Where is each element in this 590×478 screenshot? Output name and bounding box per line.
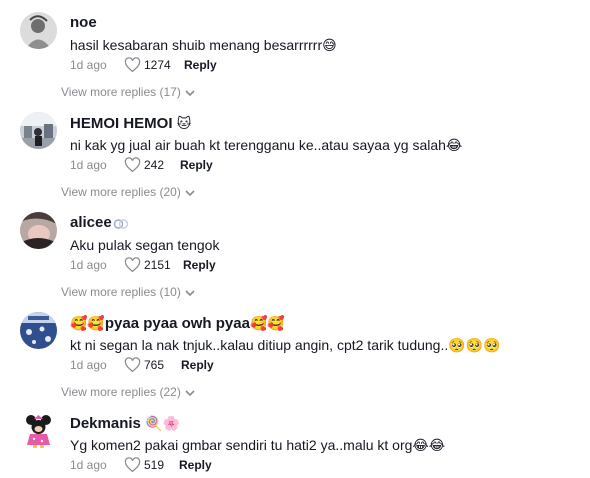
comment-time: 1d ago bbox=[70, 358, 107, 372]
username-text[interactable]: alicee bbox=[70, 214, 112, 231]
username-text[interactable]: pyaa pyaa owh pyaa bbox=[105, 315, 250, 332]
comment-body: hasil kesabaran shuib menang besarrrrrr bbox=[70, 37, 323, 53]
view-more-replies[interactable]: View more replies (22) bbox=[61, 384, 195, 401]
emoji: 🥺🥺🥺 bbox=[448, 337, 501, 353]
comment-list: noe hasil kesabaran shuib menang besarrr… bbox=[0, 0, 590, 477]
chevron-down-icon[interactable] bbox=[185, 85, 195, 101]
emoji: 😂😂 bbox=[412, 437, 446, 453]
heart-outline-icon[interactable] bbox=[124, 357, 141, 373]
comment-item: HEMOI HEMOI 🐱 ni kak yg jual air buah kt… bbox=[0, 100, 590, 200]
avatar[interactable] bbox=[20, 312, 57, 349]
avatar[interactable] bbox=[20, 412, 57, 449]
comment-username[interactable]: alicee bbox=[70, 214, 129, 232]
comment-text: Yg komen2 pakai gmbar sendiri tu hati2 y… bbox=[70, 436, 445, 454]
comment-item: alicee Aku pulak segan tengok 1d ago 215… bbox=[0, 200, 590, 300]
view-more-replies-label[interactable]: View more replies (10) bbox=[61, 285, 181, 299]
like-count: 242 bbox=[144, 158, 165, 172]
comment-item: noe hasil kesabaran shuib menang besarrr… bbox=[0, 0, 590, 100]
reply-button[interactable]: Reply bbox=[181, 356, 214, 374]
emoji: 🍭🌸 bbox=[145, 415, 180, 431]
heart-outline-icon[interactable] bbox=[124, 257, 141, 273]
comment-body: kt ni segan la nak tnjuk..kalau ditiup a… bbox=[70, 337, 449, 353]
view-more-replies-label[interactable]: View more replies (20) bbox=[61, 185, 181, 199]
view-more-replies[interactable]: View more replies (10) bbox=[61, 284, 195, 301]
view-more-replies-label[interactable]: View more replies (17) bbox=[61, 85, 181, 99]
reply-button[interactable]: Reply bbox=[179, 456, 212, 474]
comment-body: Yg komen2 pakai gmbar sendiri tu hati2 y… bbox=[70, 437, 413, 453]
username-text[interactable]: noe bbox=[70, 14, 97, 31]
comment-body: ni kak yg jual air buah kt terengganu ke… bbox=[70, 137, 446, 153]
username-text[interactable]: Dekmanis bbox=[70, 415, 141, 432]
view-more-replies[interactable]: View more replies (20) bbox=[61, 184, 195, 201]
username-text[interactable]: HEMOI HEMOI bbox=[70, 115, 173, 132]
comment-time: 1d ago bbox=[70, 258, 107, 272]
heart-outline-icon[interactable] bbox=[124, 157, 141, 173]
comment-username[interactable]: noe bbox=[70, 14, 97, 32]
avatar[interactable] bbox=[20, 112, 57, 149]
comment-item: Dekmanis 🍭🌸 Yg komen2 pakai gmbar sendir… bbox=[0, 400, 590, 477]
like-count: 1274 bbox=[144, 58, 171, 72]
chevron-down-icon[interactable] bbox=[185, 385, 195, 401]
view-more-replies[interactable]: View more replies (17) bbox=[61, 84, 195, 101]
avatar[interactable] bbox=[20, 12, 57, 49]
rings-icon bbox=[113, 217, 129, 229]
emoji: 🥰🥰 bbox=[249, 315, 285, 331]
comment-body: Aku pulak segan tengok bbox=[70, 237, 220, 253]
comment-username[interactable]: 🥰🥰pyaa pyaa owh pyaa🥰🥰 bbox=[70, 314, 285, 333]
emoji: 🐱 bbox=[176, 115, 192, 131]
like-count: 2151 bbox=[144, 258, 171, 272]
comment-username[interactable]: Dekmanis 🍭🌸 bbox=[70, 414, 180, 433]
comment-time: 1d ago bbox=[70, 458, 107, 472]
like-count: 765 bbox=[144, 358, 165, 372]
comment-item: 🥰🥰pyaa pyaa owh pyaa🥰🥰 kt ni segan la na… bbox=[0, 300, 590, 400]
comment-text: hasil kesabaran shuib menang besarrrrrr😅 bbox=[70, 36, 337, 54]
chevron-down-icon[interactable] bbox=[185, 285, 195, 301]
emoji: 😂 bbox=[445, 137, 463, 153]
comment-text: Aku pulak segan tengok bbox=[70, 236, 219, 254]
like-count: 519 bbox=[144, 458, 165, 472]
comment-time: 1d ago bbox=[70, 58, 107, 72]
heart-outline-icon[interactable] bbox=[124, 457, 141, 473]
comment-text: ni kak yg jual air buah kt terengganu ke… bbox=[70, 136, 462, 154]
reply-button[interactable]: Reply bbox=[180, 156, 213, 174]
reply-button[interactable]: Reply bbox=[184, 56, 217, 74]
comment-time: 1d ago bbox=[70, 158, 107, 172]
comment-text: kt ni segan la nak tnjuk..kalau ditiup a… bbox=[70, 336, 501, 354]
chevron-down-icon[interactable] bbox=[185, 185, 195, 201]
heart-outline-icon[interactable] bbox=[124, 57, 141, 73]
emoji: 😅 bbox=[322, 37, 337, 53]
emoji: 🥰🥰 bbox=[70, 315, 105, 331]
avatar[interactable] bbox=[20, 212, 57, 249]
view-more-replies-label[interactable]: View more replies (22) bbox=[61, 385, 181, 399]
reply-button[interactable]: Reply bbox=[183, 256, 216, 274]
comment-username[interactable]: HEMOI HEMOI 🐱 bbox=[70, 114, 191, 133]
